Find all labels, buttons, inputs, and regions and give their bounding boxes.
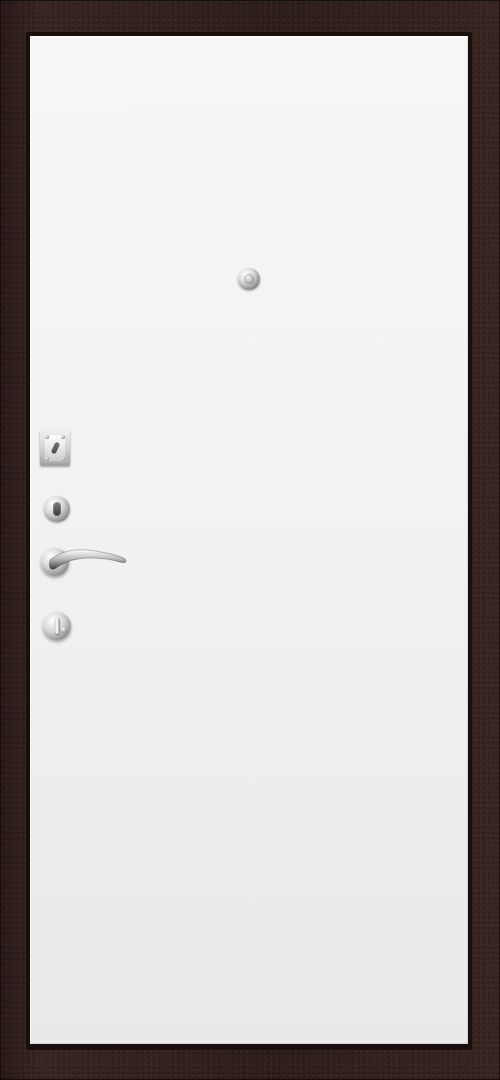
screw-icon	[61, 457, 65, 461]
screw-icon	[45, 435, 49, 439]
peephole-icon	[238, 268, 260, 290]
handle-lever	[49, 549, 127, 570]
key-slot-icon	[50, 441, 61, 455]
cylinder-icon	[44, 496, 70, 522]
door-handle-icon	[49, 549, 127, 570]
lock-plate-icon	[40, 430, 70, 466]
cylinder-core	[53, 502, 61, 516]
screw-icon	[61, 435, 65, 439]
peephole-lens	[244, 274, 254, 284]
door-scene	[0, 0, 500, 1080]
thumbturn-pin	[61, 627, 67, 633]
screw-icon	[45, 457, 49, 461]
thumbturn-icon	[43, 612, 71, 640]
thumbturn-bar	[55, 618, 60, 634]
